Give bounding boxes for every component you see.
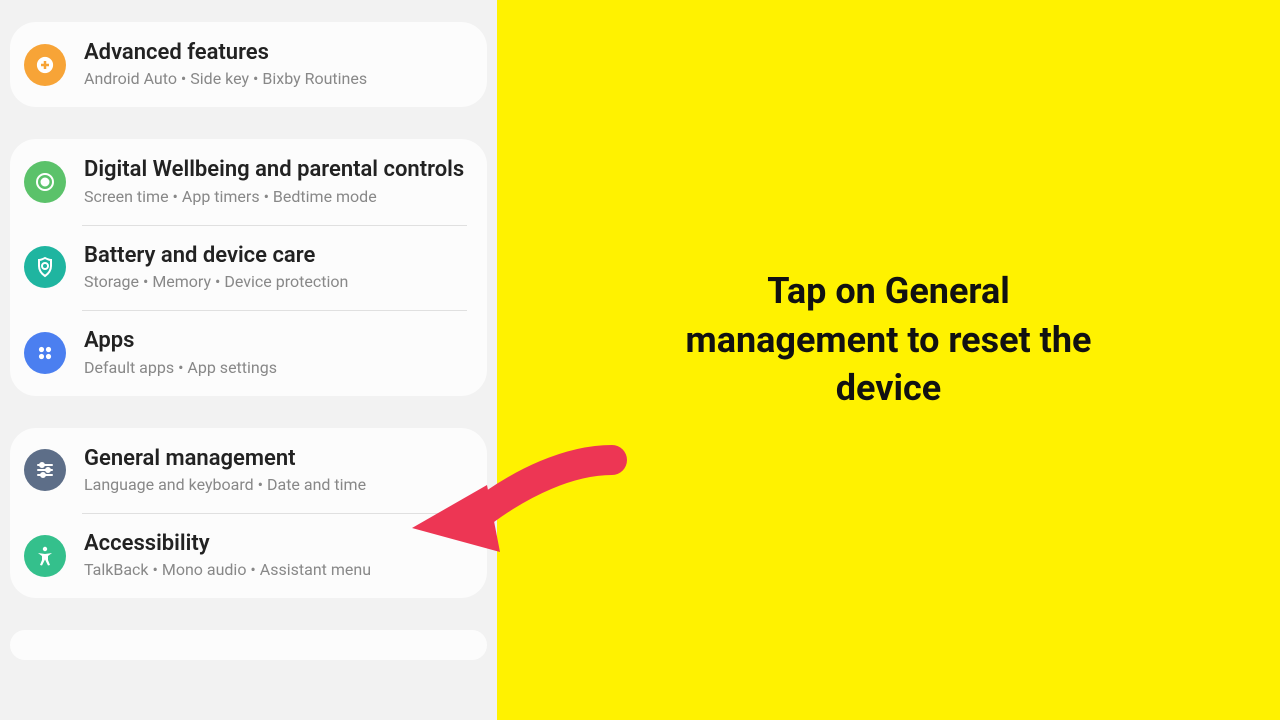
sliders-icon: [24, 449, 66, 491]
wellbeing-icon: [24, 161, 66, 203]
item-text: Digital Wellbeing and parental controls …: [84, 157, 467, 206]
settings-screenshot: Advanced features Android Auto • Side ke…: [0, 0, 497, 720]
item-title: General management: [84, 446, 467, 472]
item-subtitle: Storage • Memory • Device protection: [84, 272, 467, 292]
settings-group: Advanced features Android Auto • Side ke…: [10, 22, 487, 107]
item-subtitle: TalkBack • Mono audio • Assistant menu: [84, 560, 467, 580]
item-text: Advanced features Android Auto • Side ke…: [84, 40, 467, 89]
settings-item-apps[interactable]: Apps Default apps • App settings: [10, 310, 487, 395]
settings-item-general-management[interactable]: General management Language and keyboard…: [10, 428, 487, 513]
settings-group: General management Language and keyboard…: [10, 428, 487, 599]
item-text: Battery and device care Storage • Memory…: [84, 243, 467, 292]
item-subtitle: Language and keyboard • Date and time: [84, 475, 467, 495]
item-text: Accessibility TalkBack • Mono audio • As…: [84, 531, 467, 580]
device-care-icon: [24, 246, 66, 288]
accessibility-icon: [24, 535, 66, 577]
plus-icon: [24, 44, 66, 86]
item-title: Battery and device care: [84, 243, 467, 269]
settings-group: Digital Wellbeing and parental controls …: [10, 139, 487, 395]
apps-icon: [24, 332, 66, 374]
item-title: Digital Wellbeing and parental controls: [84, 157, 467, 183]
item-title: Apps: [84, 328, 467, 354]
settings-item-digital-wellbeing[interactable]: Digital Wellbeing and parental controls …: [10, 139, 487, 224]
settings-group-partial: [10, 630, 487, 660]
settings-item-accessibility[interactable]: Accessibility TalkBack • Mono audio • As…: [10, 513, 487, 598]
item-title: Accessibility: [84, 531, 467, 557]
item-subtitle: Default apps • App settings: [84, 358, 467, 378]
item-subtitle: Screen time • App timers • Bedtime mode: [84, 187, 467, 207]
settings-item-battery-device-care[interactable]: Battery and device care Storage • Memory…: [10, 225, 487, 310]
item-text: Apps Default apps • App settings: [84, 328, 467, 377]
instruction-panel: Tap on General management to reset the d…: [497, 0, 1280, 720]
item-title: Advanced features: [84, 40, 467, 66]
item-text: General management Language and keyboard…: [84, 446, 467, 495]
instruction-text: Tap on General management to reset the d…: [639, 267, 1139, 413]
item-subtitle: Android Auto • Side key • Bixby Routines: [84, 69, 467, 89]
settings-item-advanced-features[interactable]: Advanced features Android Auto • Side ke…: [10, 22, 487, 107]
